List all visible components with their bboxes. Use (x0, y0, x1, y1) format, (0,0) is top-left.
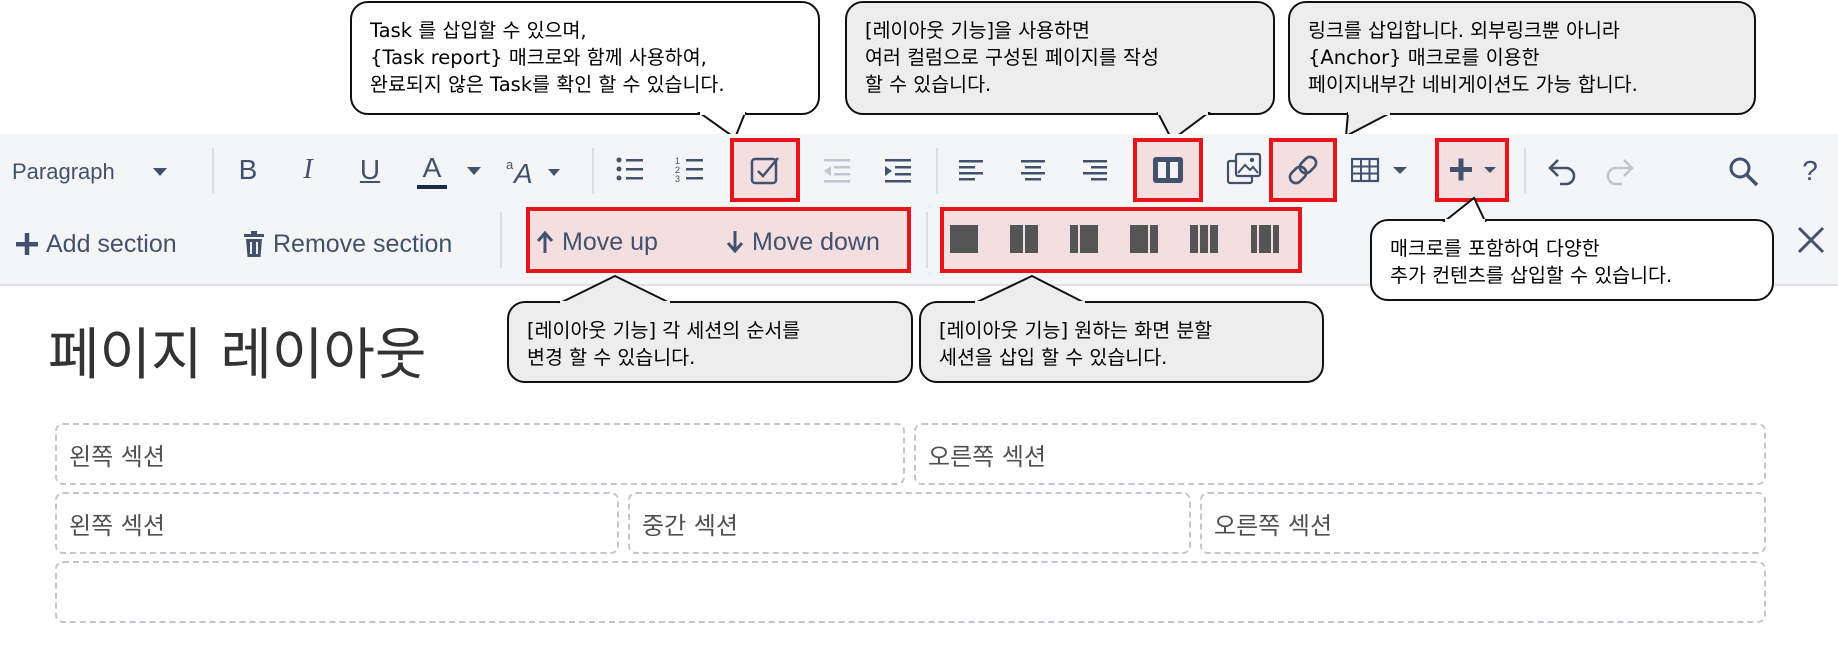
divider (500, 212, 502, 268)
move-up-button[interactable]: Move up (536, 220, 658, 264)
text-style-button[interactable]: a A (504, 150, 562, 190)
svg-text:a: a (506, 157, 514, 172)
image-icon[interactable] (1226, 152, 1262, 186)
divider (212, 148, 214, 194)
section-label: 중간 섹션 (642, 512, 738, 540)
italic-button[interactable]: I (290, 150, 326, 190)
divider (936, 148, 938, 194)
indent-icon[interactable] (883, 157, 913, 183)
table-icon (1351, 157, 1407, 183)
numbered-list-icon[interactable]: 1 2 3 (675, 156, 705, 182)
link-button[interactable] (1269, 138, 1337, 202)
search-icon[interactable] (1728, 156, 1760, 188)
macro-callout-tail (1442, 196, 1487, 222)
text-color-button[interactable]: A (412, 148, 452, 194)
section-label: 오른쪽 섹션 (928, 443, 1047, 471)
text-color-swatch (417, 185, 447, 189)
divider (1524, 148, 1526, 194)
add-section-button[interactable]: Add section (16, 222, 177, 266)
section-label: 왼쪽 섹션 (69, 512, 165, 540)
italic-label: I (303, 154, 313, 185)
layout-three-sidebars-icon[interactable] (1251, 225, 1279, 253)
outdent-icon[interactable] (822, 157, 852, 183)
text-color-label: A (422, 152, 442, 183)
align-center-icon[interactable] (1020, 158, 1046, 182)
trash-icon (244, 231, 264, 257)
paragraph-dropdown[interactable]: Paragraph (12, 157, 192, 187)
layout-two-equal-icon[interactable] (1010, 225, 1038, 253)
bullet-list-icon[interactable] (615, 156, 645, 182)
section-layouts-group (940, 207, 1302, 273)
layout-two-right-sidebar-icon[interactable] (1130, 225, 1158, 253)
help-label: ? (1802, 155, 1818, 186)
remove-section-button[interactable]: Remove section (243, 222, 452, 266)
layout-single-icon[interactable] (950, 225, 978, 253)
sections-callout: [레이아웃 기능] 원하는 화면 분할 세션을 삽입 할 수 있습니다. (919, 301, 1324, 383)
move-down-label: Move down (752, 227, 880, 256)
layout-section-right[interactable]: 오른쪽 섹션 (914, 423, 1766, 485)
align-left-icon[interactable] (958, 158, 984, 182)
help-button[interactable]: ? (1796, 152, 1824, 190)
close-icon[interactable] (1797, 226, 1825, 254)
page-layout-icon (1153, 157, 1183, 183)
arrow-up-icon (536, 231, 554, 253)
align-right-icon[interactable] (1082, 158, 1108, 182)
layout-three-equal-icon[interactable] (1190, 225, 1218, 253)
chevron-down-icon[interactable] (467, 167, 481, 175)
lower-callout-tails (559, 274, 1086, 305)
move-up-label: Move up (562, 227, 658, 256)
svg-text:A: A (512, 158, 533, 187)
table-button[interactable] (1350, 152, 1410, 188)
underline-label: U (359, 154, 381, 185)
page-layout-button[interactable] (1133, 138, 1203, 202)
svg-text:3: 3 (675, 174, 680, 182)
checkbox-icon (750, 157, 779, 185)
layout-section-right[interactable]: 오른쪽 섹션 (1200, 492, 1766, 554)
bold-label: B (238, 154, 258, 185)
layout-two-left-sidebar-icon[interactable] (1070, 225, 1098, 253)
page-title[interactable]: 페이지 레이아웃 (48, 310, 426, 391)
remove-section-label: Remove section (273, 229, 453, 258)
divider (592, 148, 594, 194)
section-label: 왼쪽 섹션 (69, 443, 165, 471)
divider (926, 212, 928, 268)
section-label: 오른쪽 섹션 (1214, 512, 1333, 540)
insert-more-button[interactable] (1435, 138, 1509, 202)
plus-icon (1450, 158, 1496, 181)
layout-section-left[interactable]: 왼쪽 섹션 (55, 492, 619, 554)
text-style-icon: a A (506, 157, 560, 187)
plus-icon (16, 233, 38, 255)
paragraph-label: Paragraph (12, 159, 115, 184)
redo-icon[interactable] (1604, 156, 1638, 186)
chevron-down-icon (152, 168, 167, 176)
move-down-button[interactable]: Move down (726, 220, 880, 264)
layout-section-single[interactable] (55, 561, 1766, 623)
link-icon (1288, 155, 1318, 185)
bold-button[interactable]: B (230, 150, 266, 190)
add-section-label: Add section (46, 229, 177, 258)
move-callout: [레이아웃 기능] 각 세션의 순서를 변경 할 수 있습니다. (507, 301, 913, 383)
layout-section-left[interactable]: 왼쪽 섹션 (55, 423, 905, 485)
task-button[interactable] (730, 138, 800, 202)
underline-button[interactable]: U (352, 150, 388, 190)
arrow-down-icon (726, 231, 744, 253)
undo-icon[interactable] (1544, 156, 1578, 186)
layout-section-middle[interactable]: 중간 섹션 (628, 492, 1191, 554)
